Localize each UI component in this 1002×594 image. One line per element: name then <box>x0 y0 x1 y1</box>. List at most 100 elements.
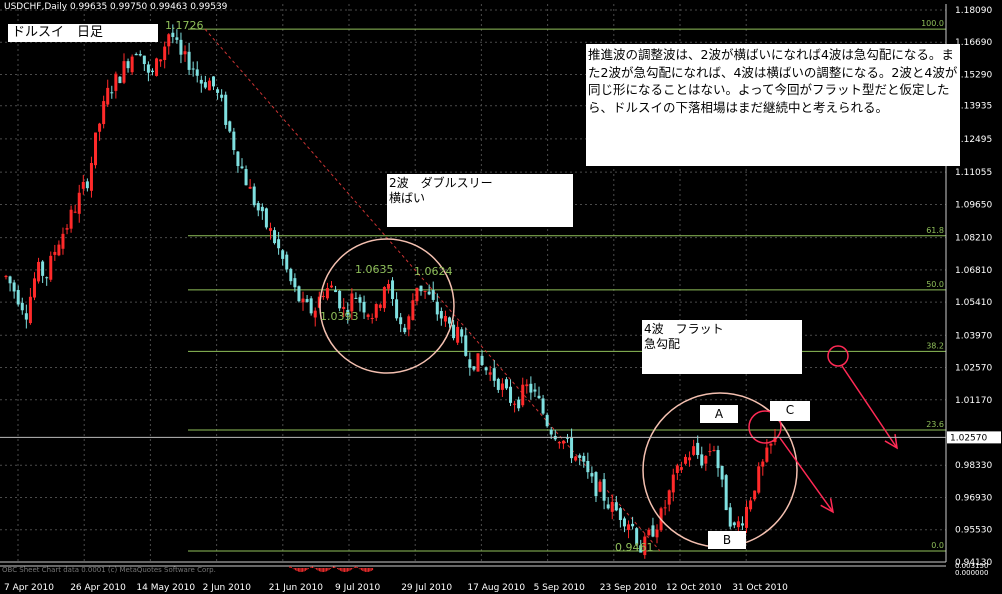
candle-bear <box>203 82 207 88</box>
candle-bull <box>655 529 659 538</box>
symbol-header: USDCHF,Daily 0.99635 0.99750 0.99463 0.9… <box>4 2 228 12</box>
x-tick-label: 12 Oct 2010 <box>666 583 722 593</box>
candle-bull <box>757 466 761 493</box>
candle-bull <box>207 80 211 91</box>
candle-bull <box>73 211 77 213</box>
candle-bear <box>305 299 309 302</box>
candle-bull <box>114 73 118 91</box>
y-tick-label: 0.98330 <box>955 461 992 471</box>
candle-bull <box>598 481 602 492</box>
candle-bear <box>586 461 590 473</box>
candle-bear <box>199 79 203 84</box>
candle-bear <box>240 166 244 169</box>
candle-bear <box>622 518 626 527</box>
candle-bull <box>749 500 753 510</box>
candle-bull <box>163 46 167 61</box>
candle-bear <box>468 359 472 368</box>
x-tick-label: 2 Jun 2010 <box>203 583 252 593</box>
candle-bull <box>366 314 370 317</box>
candle-bear <box>504 379 508 389</box>
wave2-line2: 横ばい <box>389 191 426 205</box>
candle-bull <box>688 457 692 461</box>
candle-bull <box>32 278 36 298</box>
wave4-line2: 急勾配 <box>644 337 681 351</box>
y-tick-label: 1.16690 <box>955 38 992 48</box>
candle-bull <box>521 384 525 406</box>
candle-bull <box>753 490 757 500</box>
arrow-target-down <box>841 365 898 449</box>
candle-bull <box>37 261 41 282</box>
candle-bull <box>159 59 163 62</box>
wave4-line1: 4波 フラット <box>644 322 724 336</box>
candle-bull <box>49 255 53 280</box>
label-c-box: C <box>770 401 810 421</box>
label-a-box: A <box>700 405 738 423</box>
candle-bull <box>647 529 651 536</box>
candle-bull <box>268 228 272 231</box>
candle-bear <box>431 290 435 300</box>
candle-bear <box>590 473 594 477</box>
candle-bear <box>264 208 268 228</box>
candle-bear <box>517 399 521 409</box>
candle-bear <box>740 523 744 526</box>
candle-bull <box>736 521 740 528</box>
fib-level-label: 61.8 <box>926 226 944 235</box>
x-tick-label: 29 Jul 2010 <box>401 583 452 593</box>
candle-bull <box>769 443 773 446</box>
candle-bear <box>41 261 45 276</box>
candle-bear <box>179 39 183 55</box>
candle-bear <box>716 450 720 469</box>
candle-bull <box>561 440 565 444</box>
candle-bull <box>667 490 671 505</box>
y-tick-label: 1.09650 <box>955 200 992 210</box>
candle-bear <box>224 94 228 125</box>
candle-bear <box>403 327 407 333</box>
y-tick-label: 1.11055 <box>955 168 992 178</box>
candle-bull <box>183 51 187 55</box>
candle-bull <box>411 300 415 320</box>
candle-bear <box>509 386 513 403</box>
candle-bear <box>541 398 545 414</box>
candle-bull <box>761 461 765 467</box>
candle-bear <box>606 504 610 509</box>
price-label-p2: 1.0624 <box>414 265 453 278</box>
candle-bear <box>464 335 468 356</box>
candle-bear <box>16 290 20 305</box>
price-label-low: 0.9461 <box>615 541 654 554</box>
candle-bear <box>244 169 248 186</box>
candle-bull <box>69 209 73 229</box>
title-box: ドルスイ 日足 <box>8 24 158 42</box>
candle-bear <box>484 367 488 371</box>
candle-bull <box>765 447 769 462</box>
candle-bear <box>134 53 138 56</box>
candle-bear <box>362 301 366 313</box>
candle-bull <box>525 384 529 387</box>
candle-bear <box>732 522 736 526</box>
price-label-p1: 1.0635 <box>355 263 394 276</box>
candle-bull <box>374 304 378 318</box>
candle-bear <box>582 455 586 462</box>
x-tick-label: 9 Jul 2010 <box>335 583 380 593</box>
candle-bear <box>228 121 232 132</box>
y-tick-label: 1.18090 <box>955 6 992 16</box>
candle-bear <box>309 298 313 314</box>
candle-bull <box>65 228 69 230</box>
candle-bull <box>248 186 252 189</box>
candle-bear <box>24 313 28 320</box>
candle-bull <box>386 284 390 289</box>
candle-bull <box>423 290 427 292</box>
candle-bull <box>122 61 126 83</box>
wave4-box: 4波 フラット 急勾配 <box>642 320 802 374</box>
candle-bull <box>712 449 716 451</box>
candle-bear <box>289 268 293 282</box>
candle-bear <box>435 301 439 315</box>
candle-bear <box>126 61 130 69</box>
candle-bull <box>4 275 8 278</box>
x-tick-label: 7 Apr 2010 <box>4 583 54 593</box>
candle-bull <box>98 123 102 132</box>
label-b-box: B <box>708 531 746 549</box>
candle-bear <box>195 69 199 76</box>
candle-bear <box>85 181 89 189</box>
y-tick-label: 0.96930 <box>955 493 992 503</box>
fib-level-label: 38.2 <box>926 341 944 350</box>
